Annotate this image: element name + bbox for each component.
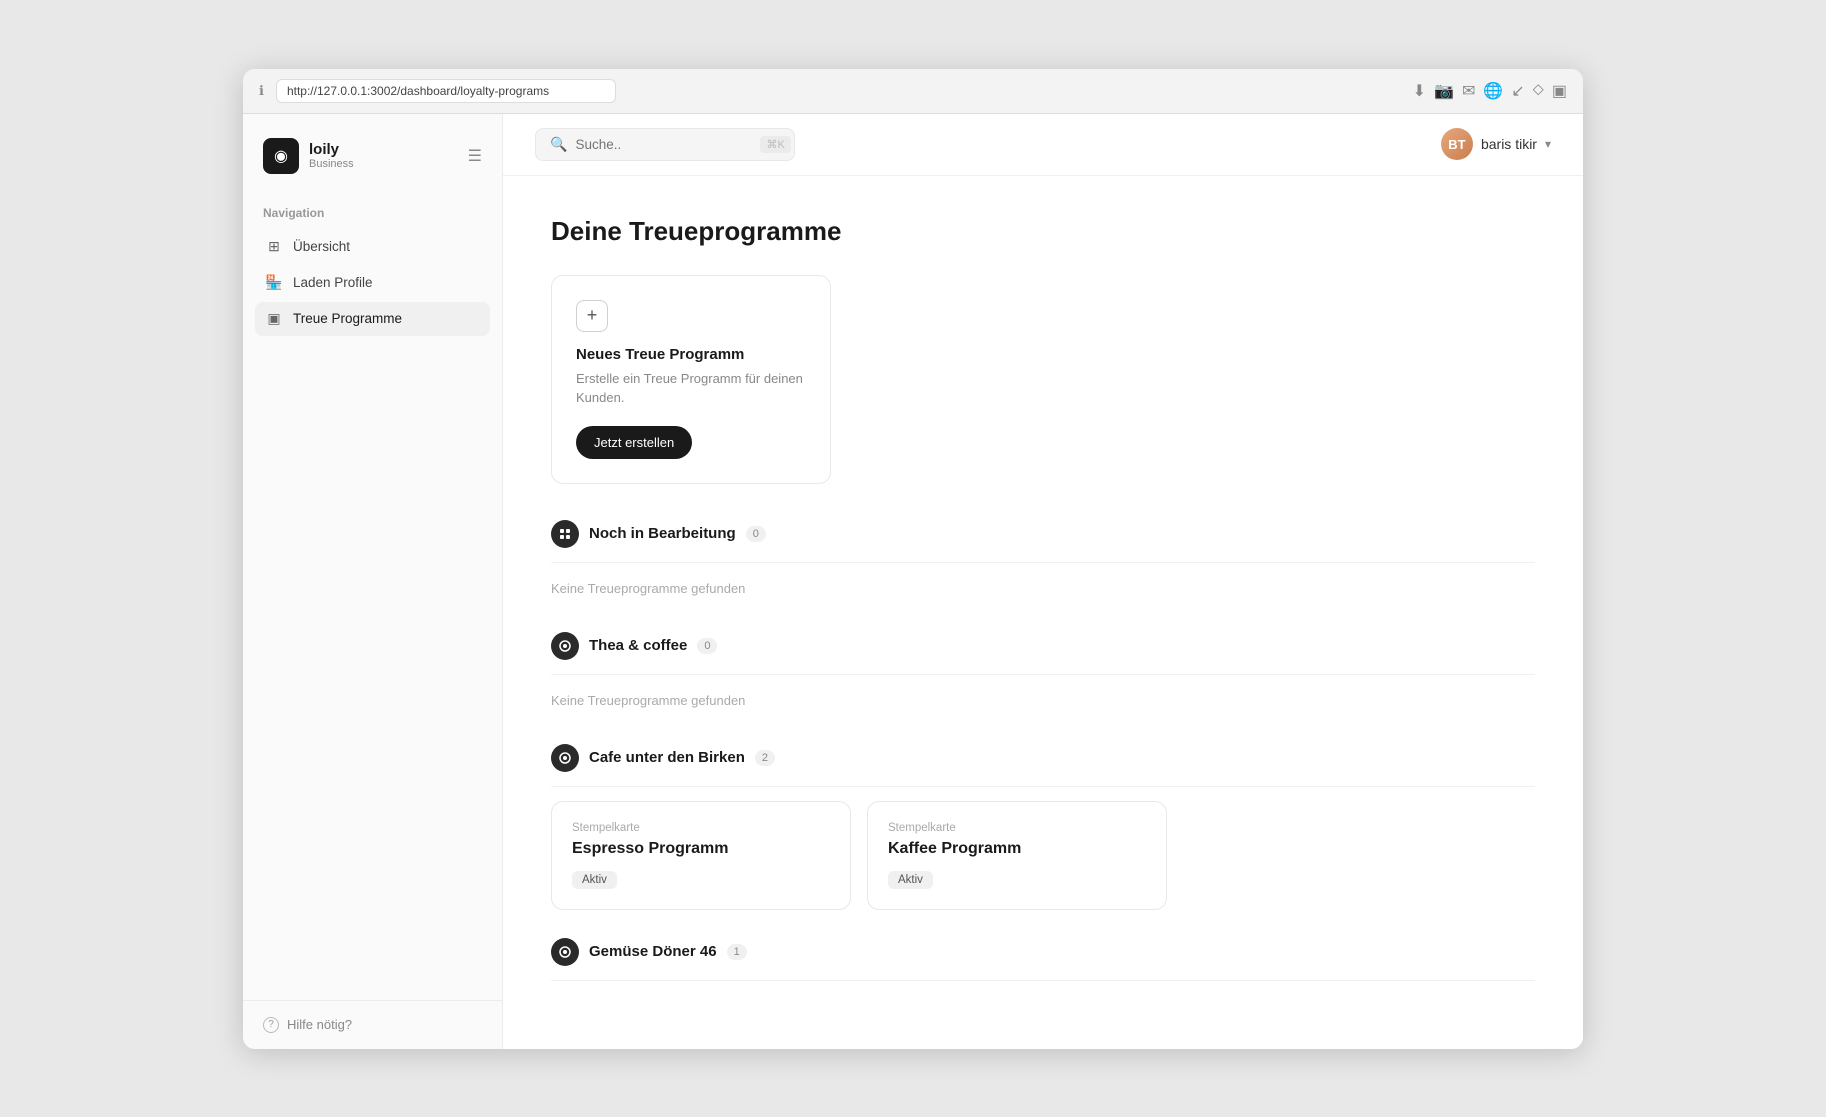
store-name-gemuse-doner: Gemüse Döner 46	[589, 943, 717, 960]
sidebar-item-treue-label: Treue Programme	[293, 311, 402, 326]
logo-text-area: loily Business	[309, 141, 354, 170]
browser-action-arrow[interactable]: ↙	[1511, 81, 1524, 101]
new-program-description: Erstelle ein Treue Programm für deinen K…	[576, 369, 806, 408]
help-label: Hilfe nötig?	[287, 1017, 352, 1032]
store-header-thea-coffee: Thea & coffee 0	[551, 632, 1535, 675]
store-section-gemuse-doner: Gemüse Döner 46 1	[551, 938, 1535, 981]
new-program-card: + Neues Treue Programm Erstelle ein Treu…	[551, 275, 831, 484]
browser-action-code[interactable]: ⬦	[1533, 81, 1544, 101]
avatar: BT	[1441, 128, 1473, 160]
treue-icon: ▣	[265, 310, 283, 328]
store-icon-cafe-birken	[551, 744, 579, 772]
store-name-thea-coffee: Thea & coffee	[589, 637, 687, 654]
sidebar-item-ubersicht[interactable]: ⊞ Übersicht	[255, 230, 490, 264]
program-name-espresso: Espresso Programm	[572, 840, 830, 858]
program-card-kaffee[interactable]: Stempelkarte Kaffee Programm Aktiv	[867, 801, 1167, 910]
store-header-noch-in-bearbeitung: Noch in Bearbeitung 0	[551, 520, 1535, 563]
sidebar-header: ◉ loily Business ☰	[243, 114, 502, 190]
sidebar-footer: ? Hilfe nötig?	[243, 1000, 502, 1049]
page-content: Deine Treueprogramme + Neues Treue Progr…	[503, 176, 1583, 1049]
sidebar-item-ubersicht-label: Übersicht	[293, 239, 350, 254]
chevron-down-icon: ▾	[1545, 137, 1551, 151]
logo-area: ◉ loily Business	[263, 138, 354, 174]
main-content: 🔍 ⌘K BT baris tikir ▾ Deine Treueprogram…	[503, 114, 1583, 1049]
browser-bar: ℹ http://127.0.0.1:3002/dashboard/loyalt…	[243, 69, 1583, 114]
store-empty-noch-in-bearbeitung: Keine Treueprogramme gefunden	[551, 577, 1535, 604]
status-badge-kaffee: Aktiv	[888, 871, 933, 889]
topbar: 🔍 ⌘K BT baris tikir ▾	[503, 114, 1583, 176]
help-icon: ?	[263, 1017, 279, 1033]
sidebar: ◉ loily Business ☰ Navigation ⊞ Übersich…	[243, 114, 503, 1049]
sidebar-item-laden-label: Laden Profile	[293, 275, 373, 290]
store-header-gemuse-doner: Gemüse Döner 46 1	[551, 938, 1535, 981]
programs-grid-cafe-birken: Stempelkarte Espresso Programm Aktiv Ste…	[551, 801, 1535, 910]
browser-action-download[interactable]: ⬇	[1413, 81, 1426, 101]
search-icon: 🔍	[550, 136, 567, 153]
help-link[interactable]: ? Hilfe nötig?	[263, 1017, 482, 1033]
sidebar-nav: Navigation ⊞ Übersicht 🏪 Laden Profile ▣…	[243, 190, 502, 1000]
logo-icon: ◉	[263, 138, 299, 174]
program-type-kaffee: Stempelkarte	[888, 822, 1146, 834]
info-icon: ℹ	[259, 83, 264, 99]
browser-action-camera[interactable]: 📷	[1434, 81, 1454, 101]
store-section-noch-in-bearbeitung: Noch in Bearbeitung 0 Keine Treueprogram…	[551, 520, 1535, 604]
program-name-kaffee: Kaffee Programm	[888, 840, 1146, 858]
store-icon-noch-in-bearbeitung	[551, 520, 579, 548]
store-count-thea-coffee: 0	[697, 638, 717, 654]
logo-subtitle: Business	[309, 158, 354, 170]
browser-action-mail[interactable]: ✉	[1462, 81, 1475, 101]
logo-symbol: ◉	[274, 146, 288, 166]
browser-action-globe[interactable]: 🌐	[1483, 81, 1503, 101]
search-shortcut: ⌘K	[760, 136, 790, 153]
program-type-espresso: Stempelkarte	[572, 822, 830, 834]
laden-icon: 🏪	[265, 274, 283, 292]
browser-action-grid[interactable]: ▣	[1552, 81, 1567, 101]
url-bar[interactable]: http://127.0.0.1:3002/dashboard/loyalty-…	[276, 79, 616, 103]
search-input[interactable]	[575, 137, 752, 152]
status-badge-espresso: Aktiv	[572, 871, 617, 889]
store-icon-thea-coffee	[551, 632, 579, 660]
user-name: baris tikir	[1481, 136, 1537, 152]
search-box[interactable]: 🔍 ⌘K	[535, 128, 795, 161]
create-button[interactable]: Jetzt erstellen	[576, 426, 692, 459]
store-name-noch-in-bearbeitung: Noch in Bearbeitung	[589, 525, 736, 542]
store-empty-thea-coffee: Keine Treueprogramme gefunden	[551, 689, 1535, 716]
browser-actions: ⬇ 📷 ✉ 🌐 ↙ ⬦ ▣	[1413, 81, 1567, 101]
sidebar-item-laden-profile[interactable]: 🏪 Laden Profile	[255, 266, 490, 300]
store-name-cafe-birken: Cafe unter den Birken	[589, 749, 745, 766]
user-area[interactable]: BT baris tikir ▾	[1441, 128, 1551, 160]
ubersicht-icon: ⊞	[265, 238, 283, 256]
plus-button[interactable]: +	[576, 300, 608, 332]
store-count-noch-in-bearbeitung: 0	[746, 526, 766, 542]
store-section-cafe-birken: Cafe unter den Birken 2 Stempelkarte Esp…	[551, 744, 1535, 910]
logo-name: loily	[309, 141, 354, 158]
page-title: Deine Treueprogramme	[551, 216, 1535, 247]
store-count-cafe-birken: 2	[755, 750, 775, 766]
sidebar-toggle-button[interactable]: ☰	[468, 146, 482, 166]
sidebar-item-treue-programme[interactable]: ▣ Treue Programme	[255, 302, 490, 336]
store-section-thea-coffee: Thea & coffee 0 Keine Treueprogramme gef…	[551, 632, 1535, 716]
new-program-title: Neues Treue Programm	[576, 346, 806, 363]
app-layout: ◉ loily Business ☰ Navigation ⊞ Übersich…	[243, 114, 1583, 1049]
store-count-gemuse-doner: 1	[727, 944, 747, 960]
store-header-cafe-birken: Cafe unter den Birken 2	[551, 744, 1535, 787]
nav-section-label: Navigation	[255, 206, 490, 230]
browser-window: ℹ http://127.0.0.1:3002/dashboard/loyalt…	[243, 69, 1583, 1049]
program-card-espresso[interactable]: Stempelkarte Espresso Programm Aktiv	[551, 801, 851, 910]
store-icon-gemuse-doner	[551, 938, 579, 966]
